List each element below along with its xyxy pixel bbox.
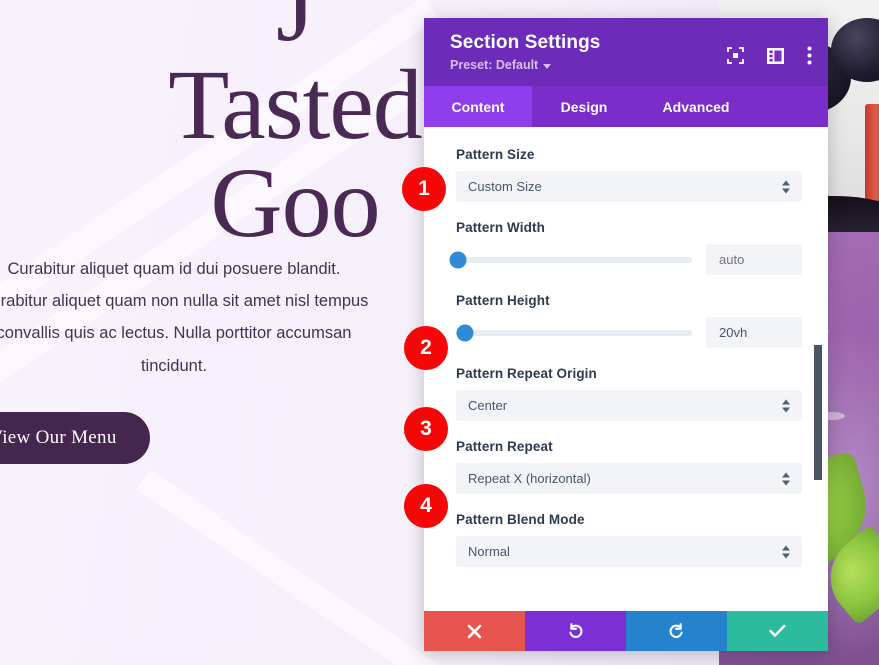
- field-pattern-width: Pattern Width: [449, 220, 802, 275]
- modal-header: Section Settings Preset: Default: [424, 18, 828, 86]
- field-label: Pattern Blend Mode: [456, 512, 585, 527]
- select-value: Normal: [468, 544, 510, 559]
- pattern-size-select[interactable]: Custom Size: [456, 171, 802, 202]
- field-pattern-repeat-origin: Pattern Repeat Origin Center: [456, 366, 802, 421]
- step-badge-1: 1: [402, 167, 446, 211]
- hero-heading-line-partial: J: [276, 0, 315, 62]
- tab-design[interactable]: Design: [532, 86, 636, 127]
- pattern-width-slider[interactable]: [449, 251, 692, 268]
- step-badge-4: 4: [404, 484, 448, 528]
- field-label: Pattern Height: [456, 293, 550, 308]
- screenshot-root: J Tasted Goo Curabitur aliquet quam id d…: [0, 0, 879, 665]
- focus-target-icon[interactable]: [727, 47, 744, 64]
- pattern-repeat-select[interactable]: Repeat X (horizontal): [456, 463, 802, 494]
- modal-body: Pattern Size Custom Size Pattern Width a…: [424, 127, 828, 611]
- step-badge-3: 3: [404, 407, 448, 451]
- more-options-icon[interactable]: [807, 46, 812, 65]
- pattern-height-slider[interactable]: [456, 324, 692, 341]
- pattern-width-input[interactable]: [706, 244, 802, 275]
- field-label: Pattern Width: [456, 220, 545, 235]
- chevron-down-icon: [543, 63, 552, 69]
- close-x-icon: [467, 624, 482, 638]
- modal-header-icons: [727, 46, 812, 65]
- cancel-button[interactable]: [424, 611, 525, 651]
- spinner-arrows-icon: [782, 545, 790, 558]
- modal-tab-bar: Content Design Advanced: [424, 86, 828, 127]
- tab-content[interactable]: Content: [424, 86, 532, 127]
- pattern-height-input[interactable]: [706, 317, 802, 348]
- slider-row: [449, 244, 802, 275]
- select-value: Center: [468, 398, 508, 413]
- undo-button[interactable]: [525, 611, 626, 651]
- slider-row: [456, 317, 802, 348]
- hero-heading-line-1: Tasted: [168, 49, 423, 160]
- spinner-arrows-icon: [782, 472, 790, 485]
- field-pattern-blend-mode: Pattern Blend Mode Normal: [456, 512, 802, 567]
- field-label: Pattern Repeat: [456, 439, 553, 454]
- field-pattern-repeat: Pattern Repeat Repeat X (horizontal): [456, 439, 802, 494]
- view-our-menu-button[interactable]: View Our Menu: [0, 412, 150, 464]
- slider-handle[interactable]: [449, 251, 467, 268]
- redo-button[interactable]: [626, 611, 727, 651]
- undo-arrow-icon: [569, 622, 583, 638]
- slider-handle[interactable]: [456, 324, 474, 341]
- step-badge-2: 2: [404, 326, 448, 370]
- redo-arrow-icon: [669, 622, 683, 638]
- field-pattern-height: Pattern Height: [456, 293, 802, 348]
- preset-selector[interactable]: Preset: Default: [450, 58, 552, 72]
- hero-heading: J Tasted Goo: [0, 0, 470, 253]
- section-settings-modal: Section Settings Preset: Default Content…: [424, 18, 828, 651]
- field-pattern-size: Pattern Size Custom Size: [456, 147, 802, 202]
- checkmark-icon: [769, 624, 786, 637]
- modal-scrollbar-thumb[interactable]: [814, 345, 822, 480]
- pattern-blend-mode-select[interactable]: Normal: [456, 536, 802, 567]
- tab-advanced[interactable]: Advanced: [636, 86, 756, 127]
- save-button[interactable]: [727, 611, 828, 651]
- pattern-repeat-origin-select[interactable]: Center: [456, 390, 802, 421]
- preset-label: Preset: Default: [450, 58, 539, 72]
- select-value: Repeat X (horizontal): [468, 471, 591, 486]
- spinner-arrows-icon: [782, 180, 790, 193]
- field-label: Pattern Repeat Origin: [456, 366, 597, 381]
- select-value: Custom Size: [468, 179, 542, 194]
- field-label: Pattern Size: [456, 147, 535, 162]
- hero-paragraph: Curabitur aliquet quam id dui posuere bl…: [0, 260, 369, 375]
- modal-footer: [424, 611, 828, 651]
- spinner-arrows-icon: [782, 399, 790, 412]
- layout-panel-icon[interactable]: [767, 47, 784, 64]
